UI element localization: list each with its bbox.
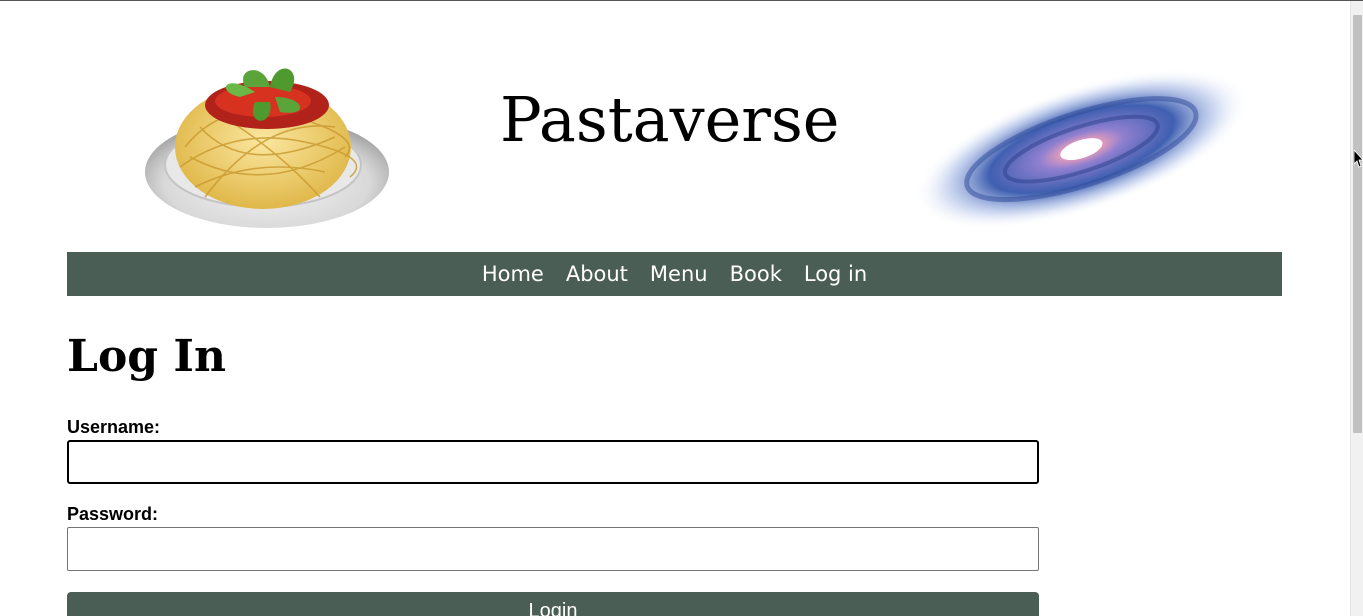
main-nav: Home About Menu Book Log in [67,252,1282,296]
page-title: Log In [67,331,226,382]
galaxy-icon [913,69,1249,230]
mouse-pointer-icon [1354,150,1363,168]
username-label: Username: [67,417,161,437]
spaghetti-plate-icon [145,68,389,228]
nav-item-home[interactable]: Home [482,262,544,286]
nav-item-log-in[interactable]: Log in [804,262,867,286]
nav-item-menu[interactable]: Menu [650,262,708,286]
vertical-scrollbar[interactable] [1350,1,1363,616]
login-button[interactable]: Login [67,592,1039,616]
site-header: Pastaverse [67,31,1282,231]
site-title: Pastaverse [500,83,840,156]
scrollbar-thumb[interactable] [1353,15,1362,433]
password-label: Password: [67,504,159,524]
nav-item-book[interactable]: Book [730,262,782,286]
password-input[interactable] [67,527,1039,571]
page-viewport: Pastaverse Home About Menu Book Log in L… [0,1,1350,616]
username-input[interactable] [67,440,1039,484]
nav-item-about[interactable]: About [566,262,628,286]
